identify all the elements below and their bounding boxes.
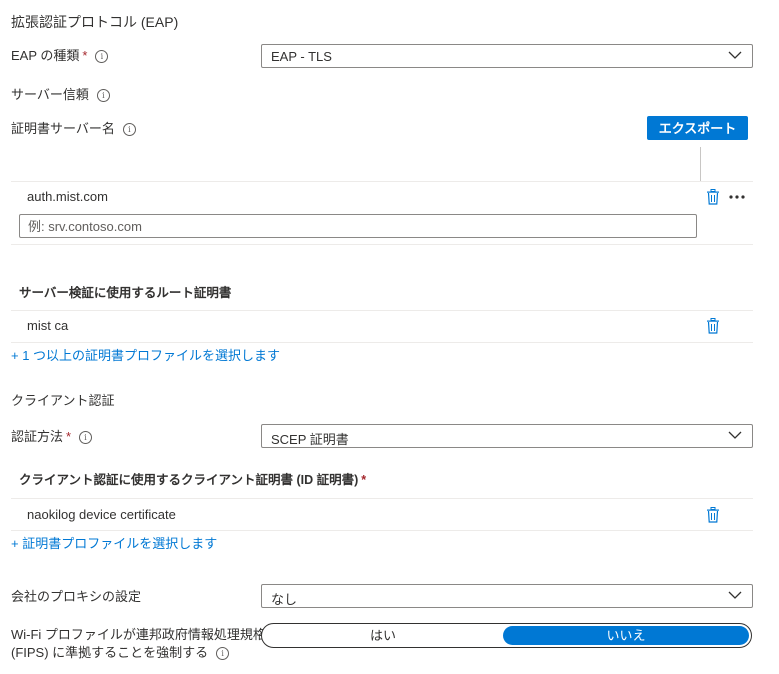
export-button[interactable]: エクスポート bbox=[647, 116, 748, 140]
fips-label-line2: (FIPS) に準拠することを強制する bbox=[11, 645, 209, 660]
proxy-label: 会社のプロキシの設定 bbox=[11, 589, 142, 604]
divider bbox=[11, 244, 753, 245]
cert-server-names-row: 証明書サーバー名 i bbox=[11, 121, 136, 137]
client-cert-item: naokilog device certificate bbox=[27, 507, 176, 522]
divider bbox=[11, 498, 753, 499]
chevron-down-icon bbox=[728, 51, 742, 59]
eap-type-dropdown[interactable]: EAP - TLS bbox=[261, 44, 753, 68]
chevron-down-icon bbox=[728, 591, 742, 599]
proxy-value: なし bbox=[271, 592, 298, 607]
required-asterisk: * bbox=[66, 429, 72, 444]
eap-type-value: EAP - TLS bbox=[271, 49, 332, 64]
column-divider bbox=[700, 147, 701, 181]
info-icon[interactable]: i bbox=[216, 647, 230, 660]
fips-option-no[interactable]: いいえ bbox=[503, 626, 749, 645]
eap-type-label-row: EAP の種類 * i bbox=[11, 48, 109, 64]
divider bbox=[11, 530, 753, 531]
trash-icon[interactable] bbox=[706, 507, 720, 523]
fips-label-line1: Wi-Fi プロファイルが連邦政府情報処理規格 bbox=[11, 627, 266, 642]
trash-icon[interactable] bbox=[706, 318, 720, 334]
info-icon[interactable]: i bbox=[95, 50, 109, 63]
required-asterisk: * bbox=[361, 473, 367, 487]
cert-server-names-label: 証明書サーバー名 bbox=[11, 121, 115, 136]
add-root-cert-link[interactable]: + 1 つ以上の証明書プロファイルを選択します bbox=[11, 345, 280, 364]
more-dots-icon[interactable] bbox=[728, 191, 746, 203]
divider bbox=[11, 181, 753, 182]
root-cert-heading: サーバー検証に使用するルート証明書 bbox=[19, 286, 232, 300]
server-trust-row: サーバー信頼 i bbox=[11, 87, 110, 103]
fips-option-yes[interactable]: はい bbox=[264, 626, 502, 645]
server-name-input[interactable] bbox=[19, 214, 697, 238]
divider bbox=[11, 310, 753, 311]
root-cert-item: mist ca bbox=[27, 318, 69, 333]
select-cert-profile-link[interactable]: + 証明書プロファイルを選択します bbox=[11, 533, 217, 552]
auth-method-label: 認証方法 bbox=[11, 429, 64, 444]
trash-icon[interactable] bbox=[706, 189, 720, 205]
info-icon[interactable]: i bbox=[96, 89, 110, 102]
proxy-dropdown[interactable]: なし bbox=[261, 584, 753, 608]
divider bbox=[11, 342, 753, 343]
chevron-down-icon bbox=[728, 431, 742, 439]
required-asterisk: * bbox=[82, 48, 88, 63]
client-cert-heading: クライアント認証に使用するクライアント証明書 (ID 証明書) bbox=[19, 473, 359, 487]
eap-type-label: EAP の種類 bbox=[11, 48, 80, 63]
auth-method-dropdown[interactable]: SCEP 証明書 bbox=[261, 424, 753, 448]
info-icon[interactable]: i bbox=[79, 431, 93, 444]
eap-section-heading: 拡張認証プロトコル (EAP) bbox=[11, 14, 179, 30]
client-auth-heading: クライアント認証 bbox=[11, 393, 115, 408]
fips-label-line2-row: (FIPS) に準拠することを強制する i bbox=[11, 645, 230, 661]
server-trust-label: サーバー信頼 bbox=[11, 87, 89, 102]
fips-toggle[interactable]: はい いいえ bbox=[261, 623, 752, 648]
client-cert-heading-row: クライアント認証に使用するクライアント証明書 (ID 証明書) * bbox=[19, 472, 366, 488]
info-icon[interactable]: i bbox=[122, 123, 136, 136]
auth-method-row: 認証方法 * i bbox=[11, 429, 93, 445]
auth-method-value: SCEP 証明書 bbox=[271, 432, 349, 447]
server-name-item: auth.mist.com bbox=[27, 189, 108, 204]
